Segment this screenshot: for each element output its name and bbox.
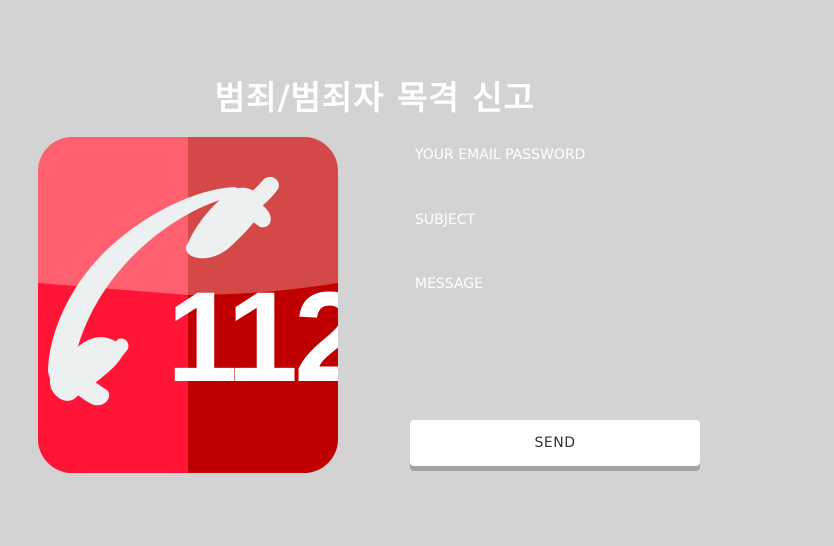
message-field[interactable] — [410, 270, 700, 400]
subject-field[interactable] — [410, 205, 700, 235]
page-title: 범죄/범죄자 목격 신고 — [214, 78, 536, 118]
logo-number-text: 112 — [167, 266, 338, 409]
send-button[interactable]: SEND — [410, 420, 700, 466]
email-password-field[interactable] — [410, 140, 700, 170]
logo-graphic: 112 — [38, 137, 338, 473]
emergency-112-logo: 112 — [38, 137, 338, 473]
